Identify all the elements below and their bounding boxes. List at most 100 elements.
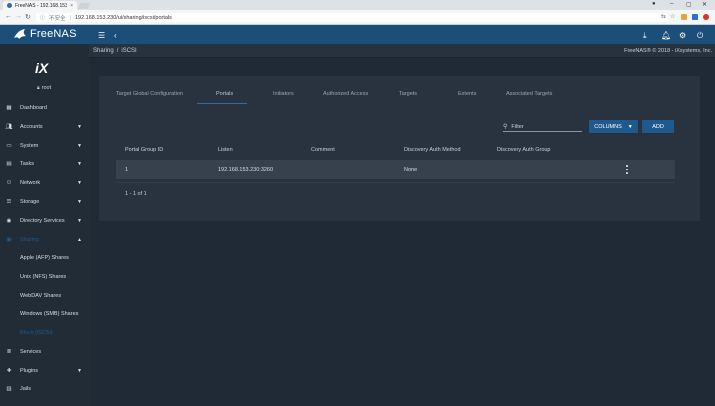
column-header[interactable]: Listen <box>218 147 233 153</box>
directory-icon: ◉ <box>6 218 12 224</box>
column-header[interactable]: Portal Group ID <box>125 147 163 153</box>
cell-listen: 192.168.153.230:3260 <box>218 167 274 173</box>
chevron-down-icon: ▼ <box>77 143 82 149</box>
iscsi-tabs: Target Global Configuration Portals Init… <box>99 76 700 106</box>
system-icon: ▭ <box>6 143 12 149</box>
notifications-bell-icon[interactable]: 🔔︎ <box>661 31 671 40</box>
sidebar-item-sharing[interactable]: ▣ Sharing ▲ <box>0 234 89 246</box>
freenas-shark-icon <box>14 29 26 39</box>
extension-icon[interactable] <box>692 14 698 20</box>
url-text: 192.168.153.230/ui/sharing/iscsi/portals <box>74 14 172 21</box>
tab-close-icon[interactable]: × <box>70 3 73 9</box>
sidebar-item-plugins[interactable]: ✚ Plugins ▼ <box>0 365 89 377</box>
iscsi-card: Target Global Configuration Portals Init… <box>99 76 700 221</box>
tab-target-global-configuration[interactable]: Target Global Configuration <box>116 91 183 97</box>
sidebar-item-storage[interactable]: ☰ Storage ▼ <box>0 196 89 208</box>
settings-gear-icon[interactable]: ⚙ <box>679 31 686 40</box>
chevron-down-icon: ▼ <box>77 218 82 224</box>
new-tab-button[interactable] <box>77 3 91 9</box>
browser-address-bar: ← → ↻ ⓘ 不安全 | 192.168.153.230/ui/sharing… <box>0 10 715 25</box>
column-header[interactable]: Discovery Auth Method <box>404 147 461 153</box>
username: root <box>41 85 52 91</box>
chevron-up-icon: ▲ <box>77 237 82 243</box>
freenas-favicon-icon <box>7 3 12 8</box>
sidebar-item-accounts[interactable]: 👥︎ Accounts ▼ <box>0 121 89 133</box>
tab-portals[interactable]: Portals <box>216 91 233 97</box>
menu-toggle-icon[interactable]: ☰ <box>98 31 105 40</box>
browser-tab-bar: FreeNAS - 192.168.153.2 × ● – ▢ ✕ <box>0 0 715 10</box>
dashboard-icon: ▦ <box>6 105 12 111</box>
table-row[interactable]: 1 192.168.153.230:3260 None <box>116 160 675 179</box>
translate-icon[interactable]: ⇆ <box>661 13 666 20</box>
page-subheader: Sharing / iSCSI FreeNAS® © 2018 - iXsystem… <box>89 44 715 58</box>
sidebar-subitem-nfs[interactable]: Unix (NFS) Shares <box>0 271 89 283</box>
services-icon: ≣ <box>6 349 12 355</box>
filter-input[interactable]: ⚲ Filter <box>503 122 582 132</box>
cell-portal-group-id: 1 <box>125 167 129 173</box>
filter-placeholder: Filter <box>511 123 524 130</box>
tab-associated-targets[interactable]: Associated Targets <box>506 91 552 97</box>
chevron-down-icon: ▼ <box>77 124 82 130</box>
sidebar-item-services[interactable]: ≣ Services <box>0 346 89 358</box>
breadcrumb-sharing[interactable]: Sharing <box>93 48 114 54</box>
sidebar-item-dashboard[interactable]: ▦ Dashboard <box>0 102 89 114</box>
tab-extents[interactable]: Extents <box>458 91 476 97</box>
maximize-icon[interactable]: ▢ <box>686 1 692 8</box>
browser-tab-title: FreeNAS - 192.168.153.2 <box>15 2 68 9</box>
search-icon: ⚲ <box>503 124 508 130</box>
sidebar-subitem-webdav[interactable]: WebDAV Shares <box>0 290 89 302</box>
jails-icon: ▥ <box>6 386 12 392</box>
add-button[interactable]: ADD <box>642 120 674 133</box>
breadcrumb-iscsi: iSCSI <box>121 48 137 54</box>
reload-icon[interactable]: ↻ <box>25 13 31 21</box>
browser-tab[interactable]: FreeNAS - 192.168.153.2 × <box>3 1 77 10</box>
freenas-logo[interactable]: FreeNAS <box>13 28 77 40</box>
tab-authorized-access[interactable]: Authorized Access <box>323 91 368 97</box>
tab-targets[interactable]: Targets <box>399 91 417 97</box>
collapse-chevron-icon[interactable]: ‹ <box>114 31 117 40</box>
lock-icon: 🔒︎ <box>37 85 40 91</box>
sidebar-subitem-iscsi[interactable]: Block (iSCSI) <box>0 327 89 339</box>
app-header <box>0 25 715 44</box>
column-header[interactable]: Discovery Auth Group <box>497 147 551 153</box>
sidebar-item-directory-services[interactable]: ◉ Directory Services ▼ <box>0 215 89 227</box>
tab-initiators[interactable]: Initiators <box>273 91 294 97</box>
profile-icon[interactable]: ● <box>652 1 656 7</box>
sidebar-item-network[interactable]: ⚇ Network ▼ <box>0 177 89 189</box>
storage-icon: ☰ <box>6 199 12 205</box>
bookmark-star-icon[interactable]: ☆ <box>670 13 675 20</box>
info-icon[interactable]: ⓘ <box>40 14 45 21</box>
columns-button[interactable]: COLUMNS ▼ <box>589 120 638 133</box>
power-icon[interactable]: ⏻ <box>697 31 703 41</box>
active-tab-indicator <box>197 103 247 104</box>
breadcrumb: Sharing / iSCSI <box>93 48 137 54</box>
security-label: 不安全 <box>49 15 66 22</box>
row-actions-menu-icon[interactable] <box>625 165 629 174</box>
ix-logo: iX <box>35 60 49 76</box>
table-divider <box>116 182 675 183</box>
accounts-icon: 👥︎ <box>5 124 13 130</box>
table-toolbar: ⚲ Filter COLUMNS ▼ ADD <box>99 114 700 136</box>
extension-icon[interactable] <box>703 14 709 20</box>
sidebar-subitem-afp[interactable]: Apple (AFP) Shares <box>0 252 89 264</box>
column-header[interactable]: Comment <box>311 147 335 153</box>
sidebar-subitem-smb[interactable]: Windows (SMB) Shares <box>0 308 89 320</box>
forward-icon[interactable]: → <box>15 13 22 20</box>
extension-icon[interactable] <box>681 14 687 20</box>
chevron-down-icon: ▼ <box>77 199 82 205</box>
minimize-icon[interactable]: – <box>670 1 673 7</box>
sidebar-item-jails[interactable]: ▥ Jails <box>0 383 89 395</box>
chevron-down-icon: ▼ <box>77 368 82 374</box>
chevron-down-icon: ▼ <box>77 180 82 186</box>
back-icon[interactable]: ← <box>5 13 12 20</box>
chevron-down-icon: ▼ <box>77 161 82 167</box>
sidebar-item-system[interactable]: ▭ System ▼ <box>0 140 89 152</box>
sidebar-item-tasks[interactable]: ▤ Tasks ▼ <box>0 158 89 170</box>
table-header: Portal Group ID Listen Comment Discovery… <box>116 144 675 156</box>
caret-down-icon: ▼ <box>627 123 633 130</box>
current-user: 🔒︎ root <box>37 85 51 91</box>
url-input[interactable]: ⓘ 不安全 | 192.168.153.230/ui/sharing/iscsi… <box>36 13 668 22</box>
task-manager-icon[interactable]: ⤓ <box>643 31 647 41</box>
brand-name: FreeNAS <box>30 28 77 40</box>
window-close-icon[interactable]: ✕ <box>702 1 707 8</box>
